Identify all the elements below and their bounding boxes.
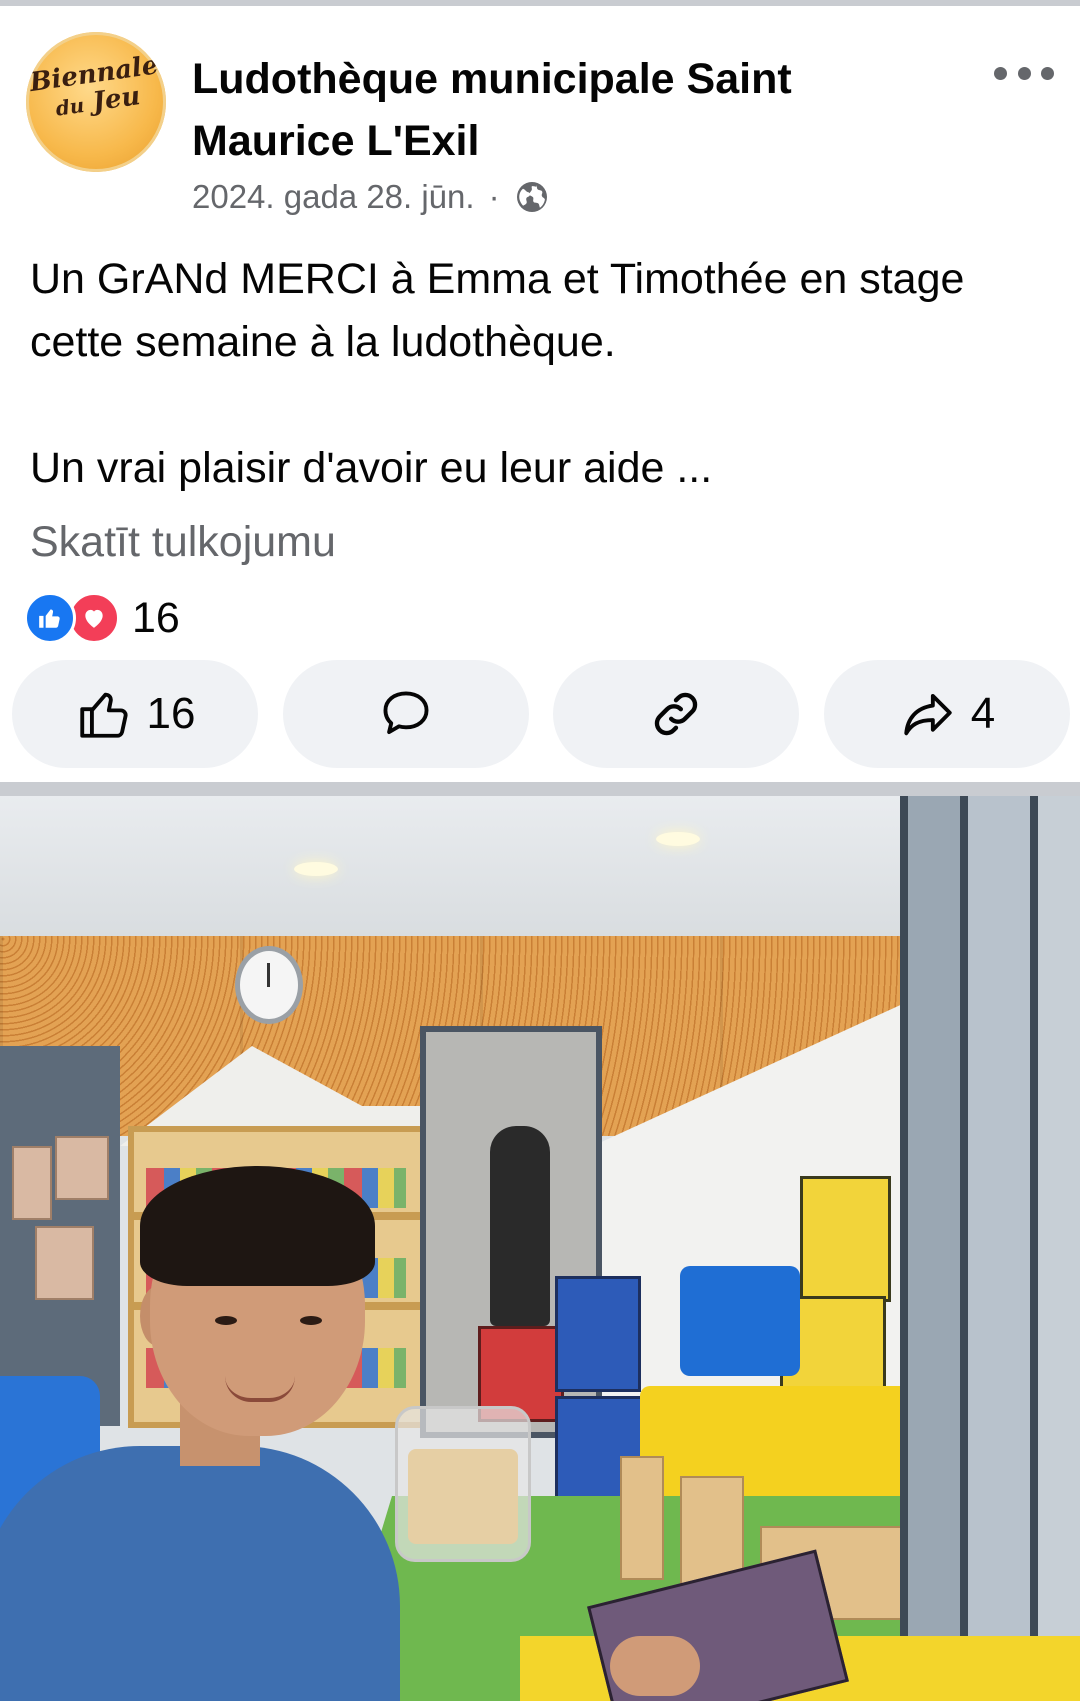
blue-armchair — [680, 1266, 800, 1376]
notice-board — [0, 1046, 120, 1426]
reaction-count: 16 — [132, 593, 180, 642]
wall-clock — [235, 946, 303, 1024]
reactions-summary[interactable]: 16 — [24, 592, 180, 644]
ceiling-light — [294, 862, 338, 876]
like-reaction-icon — [24, 592, 76, 644]
glass-jar — [395, 1406, 531, 1562]
share-button[interactable]: 4 — [823, 660, 1070, 768]
page-name-link[interactable]: Ludothèque municipale Saint Maurice L'Ex… — [192, 48, 892, 172]
post-date[interactable]: 2024. gada 28. jūn. — [192, 178, 475, 216]
wooden-castle-block — [620, 1456, 664, 1580]
post-meta: 2024. gada 28. jūn. · — [192, 178, 550, 216]
section-separator — [0, 782, 1080, 796]
see-translation-link[interactable]: Skatīt tulkojumu — [30, 518, 336, 567]
comment-button[interactable] — [282, 660, 529, 768]
background-person — [490, 1126, 550, 1326]
yellow-building-box — [800, 1176, 891, 1302]
avatar-logo: Biennale du Jeu — [27, 50, 161, 121]
post-text-line: Un GrANd MERCI à Emma et Timothée en sta… — [30, 255, 965, 366]
copy-link-button[interactable] — [553, 660, 800, 768]
globe-icon — [516, 182, 547, 212]
comment-bubble-icon — [383, 691, 429, 735]
post-body: Un GrANd MERCI à Emma et Timothée en sta… — [30, 248, 1060, 500]
blue-building-box — [555, 1276, 641, 1392]
top-separator — [0, 0, 1080, 6]
share-arrow-icon — [904, 693, 952, 736]
link-icon — [655, 692, 698, 736]
boy-eye — [300, 1316, 322, 1325]
boy-shirt — [0, 1446, 400, 1701]
boy-hand — [610, 1636, 700, 1696]
boy-hair — [140, 1166, 375, 1286]
post-photo[interactable] — [0, 796, 1080, 1701]
like-count: 16 — [146, 689, 196, 738]
boy-eye — [215, 1316, 237, 1325]
ceiling-light — [656, 832, 700, 846]
post-text-line: Un vrai plaisir d'avoir eu leur aide ... — [30, 444, 713, 492]
like-button[interactable]: 16 — [12, 660, 258, 768]
post-header: Biennale du Jeu Ludothèque municipale Sai… — [0, 28, 1080, 215]
share-count: 4 — [970, 689, 996, 738]
thumbs-up-icon — [79, 692, 128, 738]
more-options-icon[interactable] — [994, 58, 1054, 88]
meta-separator: · — [488, 178, 500, 215]
action-bar: 16 4 — [12, 660, 1070, 768]
page-avatar[interactable]: Biennale du Jeu — [26, 32, 166, 172]
photo-window — [900, 796, 1080, 1701]
